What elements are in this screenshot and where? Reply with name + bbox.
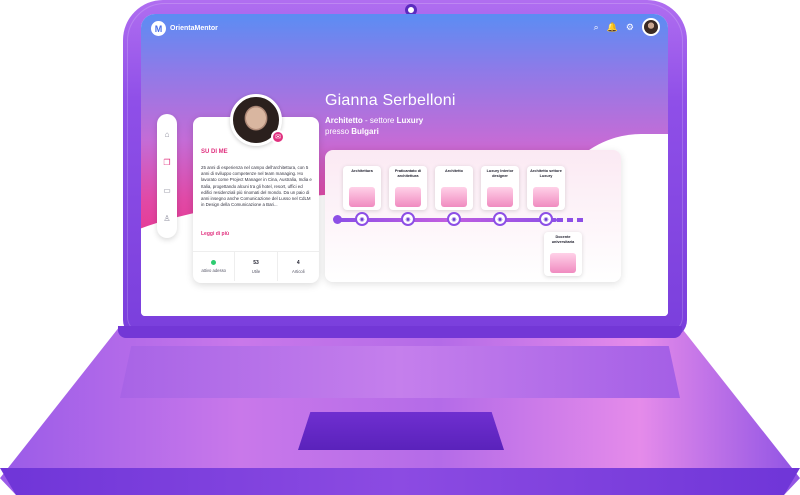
step-illustration [395,187,421,207]
screen: M OrientaMentor ⌕ 🔔 ⚙ ⌂ ❐ ▭ ♙ SU DI ME 2… [141,14,668,316]
role-separator: - settore [362,116,397,125]
profile-name: Gianna Serbelloni [325,92,456,109]
step-title: Luxury Interior designer [486,169,514,178]
role-sector: Luxury [396,116,424,125]
top-bar: M OrientaMentor ⌕ 🔔 ⚙ [141,14,668,44]
home-icon[interactable]: ⌂ [165,130,170,139]
stat-articles[interactable]: 4 Articoli [278,252,319,281]
career-timeline: Architettura Praticantato di architettur… [325,150,621,282]
about-title: SU DI ME [201,149,228,155]
profile-role: Architetto - settore Luxury [325,116,423,125]
profile-company: presso Bulgari [325,127,379,136]
stat-online: attivo adesso [193,252,236,281]
top-actions: ⌕ 🔔 ⚙ [594,18,660,36]
stat-label: Articoli [292,268,305,274]
app-logo[interactable]: M OrientaMentor [151,21,218,36]
profile-stats: attivo adesso 53 Utile 4 Articoli [193,251,319,281]
laptop-hinge [118,326,682,338]
step-illustration [533,187,559,207]
step-title: Architetto [445,169,463,173]
about-text: 25 anni di esperienza nel campo dell'arc… [201,165,312,208]
message-icon[interactable]: ✉ [271,130,285,144]
timeline-node-icon[interactable]: ◉ [355,212,369,226]
step-illustration [487,187,513,207]
role-title: Architetto [325,116,363,125]
timeline-node-icon[interactable]: ◉ [447,212,461,226]
step-title: Architettura [351,169,373,173]
timeline-node-icon[interactable]: ◉ [539,212,553,226]
step-title: Docente universitaria [551,235,575,244]
logo-text: OrientaMentor [170,25,218,32]
timeline-step[interactable]: Architetto [435,166,473,210]
gear-icon[interactable]: ⚙ [626,22,634,32]
stat-label: Utile [251,268,261,274]
step-title: Praticantato di architettura [394,169,422,178]
company-prefix: presso [325,127,352,136]
user-icon[interactable]: ♙ [163,214,170,223]
user-avatar[interactable] [642,18,660,36]
search-icon[interactable]: ⌕ [594,22,599,32]
laptop-base-front [0,468,800,495]
side-navigation: ⌂ ❐ ▭ ♙ [157,114,177,238]
logo-icon: M [151,21,166,36]
step-illustration [441,187,467,207]
copy-icon[interactable]: ❐ [163,158,170,167]
online-status-dot [211,260,217,265]
laptop-keyboard-area [120,346,680,398]
timeline-start-dot [333,215,342,224]
stat-value: 53 [253,259,259,266]
timeline-step[interactable]: Architetto settore Luxury [527,166,565,210]
bell-icon[interactable]: 🔔 [607,22,618,32]
company-name: Bulgari [351,127,379,136]
timeline-node-icon[interactable]: ◉ [401,212,415,226]
timeline-side-step[interactable]: Docente universitaria [544,232,582,276]
stat-label: attivo adesso [201,268,226,273]
timeline-step[interactable]: Praticantato di architettura [389,166,427,210]
stat-useful: 53 Utile [235,252,278,281]
timeline-node-icon[interactable]: ◉ [493,212,507,226]
timeline-step[interactable]: Luxury Interior designer [481,166,519,210]
timeline-step[interactable]: Architettura [343,166,381,210]
laptop-trackpad [298,412,504,450]
timeline-track-future [557,218,587,222]
step-illustration [349,187,375,207]
step-illustration [550,253,576,273]
laptop-mockup: M OrientaMentor ⌕ 🔔 ⚙ ⌂ ❐ ▭ ♙ SU DI ME 2… [0,0,800,495]
step-title: Architetto settore Luxury [530,169,562,178]
chat-icon[interactable]: ▭ [163,186,171,195]
read-more-link[interactable]: Leggi di più [201,231,229,237]
stat-value: 4 [296,259,300,266]
